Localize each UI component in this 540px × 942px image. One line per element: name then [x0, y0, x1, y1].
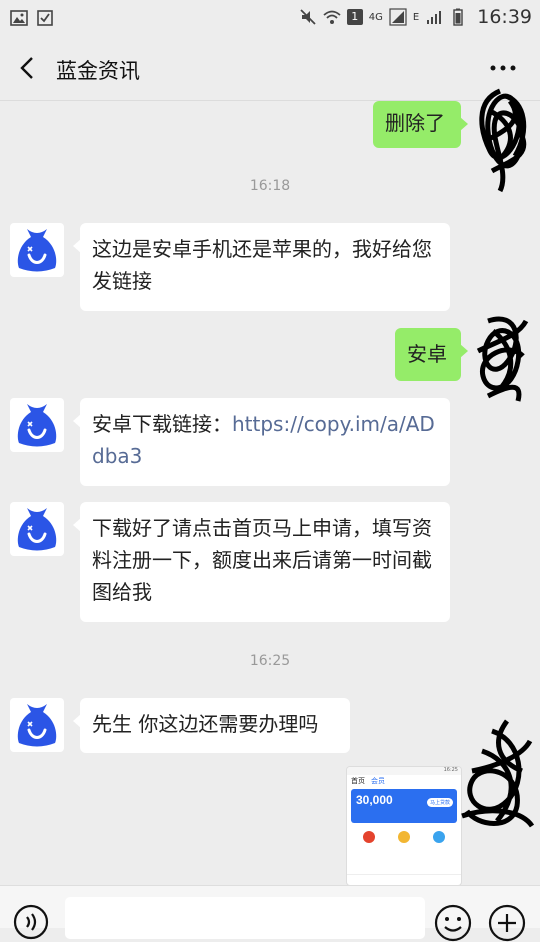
signal-icon-sim1: [389, 8, 407, 26]
input-bar: [0, 885, 540, 942]
thumb-yellow-icon: [397, 831, 410, 843]
contact-avatar[interactable]: [10, 223, 64, 277]
money-bag-avatar-icon: [17, 508, 57, 551]
thumb-loan-card: 30,000 马上贷款: [351, 789, 457, 823]
thumb-amount: 30,000: [356, 793, 393, 807]
battery-icon: [453, 8, 463, 26]
message-bubble-incoming[interactable]: 这边是安卓手机还是苹果的，我好给您发链接: [73, 223, 450, 311]
thumb-footer: [347, 874, 461, 885]
chat-header: 蓝金资讯: [0, 36, 540, 101]
message-bubble-outgoing[interactable]: 删除了: [373, 101, 468, 148]
money-bag-avatar-icon: [17, 704, 57, 747]
thumb-tab-member: 会员: [371, 777, 385, 785]
message-bubble-incoming[interactable]: 安卓下载链接：https://copy.im/a/ADdba3: [73, 398, 450, 486]
network-4g-label: 4G: [368, 11, 383, 23]
network-e-label: E: [412, 11, 420, 23]
signal-icon-sim2: [427, 11, 442, 24]
thumb-red-icon: [362, 831, 375, 843]
checklist-notification-icon: [37, 10, 53, 26]
notification-count-badge: 1: [346, 9, 363, 25]
censored-avatar-scribble: [461, 719, 535, 828]
money-bag-avatar-icon: [17, 404, 57, 447]
thumb-blue-icon: [433, 831, 446, 843]
clock: 16:39: [477, 6, 532, 28]
contact-avatar[interactable]: [10, 502, 64, 556]
thumb-tab-home: 首页: [351, 777, 365, 785]
gallery-notification-icon: [10, 10, 28, 26]
timestamp-label: 16:18: [249, 178, 291, 194]
thumb-status-bar: 16:25: [347, 767, 461, 775]
message-input[interactable]: [65, 897, 425, 939]
money-bag-avatar-icon: [17, 229, 57, 272]
message-bubble-incoming[interactable]: 下载好了请点击首页马上申请，填写资料注册一下，额度出来后请第一时间截图给我: [73, 502, 450, 622]
message-text: 安卓下载链接：: [92, 412, 232, 436]
message-bubble-incoming[interactable]: 先生 你这边还需要办理吗: [73, 698, 350, 753]
message-bubble-outgoing[interactable]: 安卓: [395, 328, 468, 381]
contact-avatar[interactable]: [10, 698, 64, 752]
thumb-tabs: 首页 会员: [347, 775, 461, 787]
thumb-apply-button: 马上贷款: [426, 798, 453, 807]
back-arrow-icon[interactable]: [14, 54, 42, 82]
contact-avatar[interactable]: [10, 398, 64, 452]
mute-icon: [300, 9, 316, 25]
message-list[interactable]: 删除了 16:18 这边是安卓手机还是苹果的，我好给您发链接 安卓 安卓下载链接…: [0, 88, 540, 885]
image-message-thumbnail[interactable]: 16:25 首页 会员 30,000 马上贷款: [347, 767, 461, 885]
thumb-icon-row: [347, 825, 461, 843]
censored-avatar-scribble: [476, 316, 529, 402]
chat-title: 蓝金资讯: [56, 59, 140, 83]
voice-input-icon[interactable]: [13, 904, 49, 940]
timestamp-label: 16:25: [249, 653, 291, 669]
add-attachment-icon[interactable]: [488, 904, 526, 942]
emoji-icon[interactable]: [434, 904, 472, 942]
status-bar: 1 4G E 16:39: [0, 0, 540, 36]
wifi-icon: [323, 10, 341, 24]
